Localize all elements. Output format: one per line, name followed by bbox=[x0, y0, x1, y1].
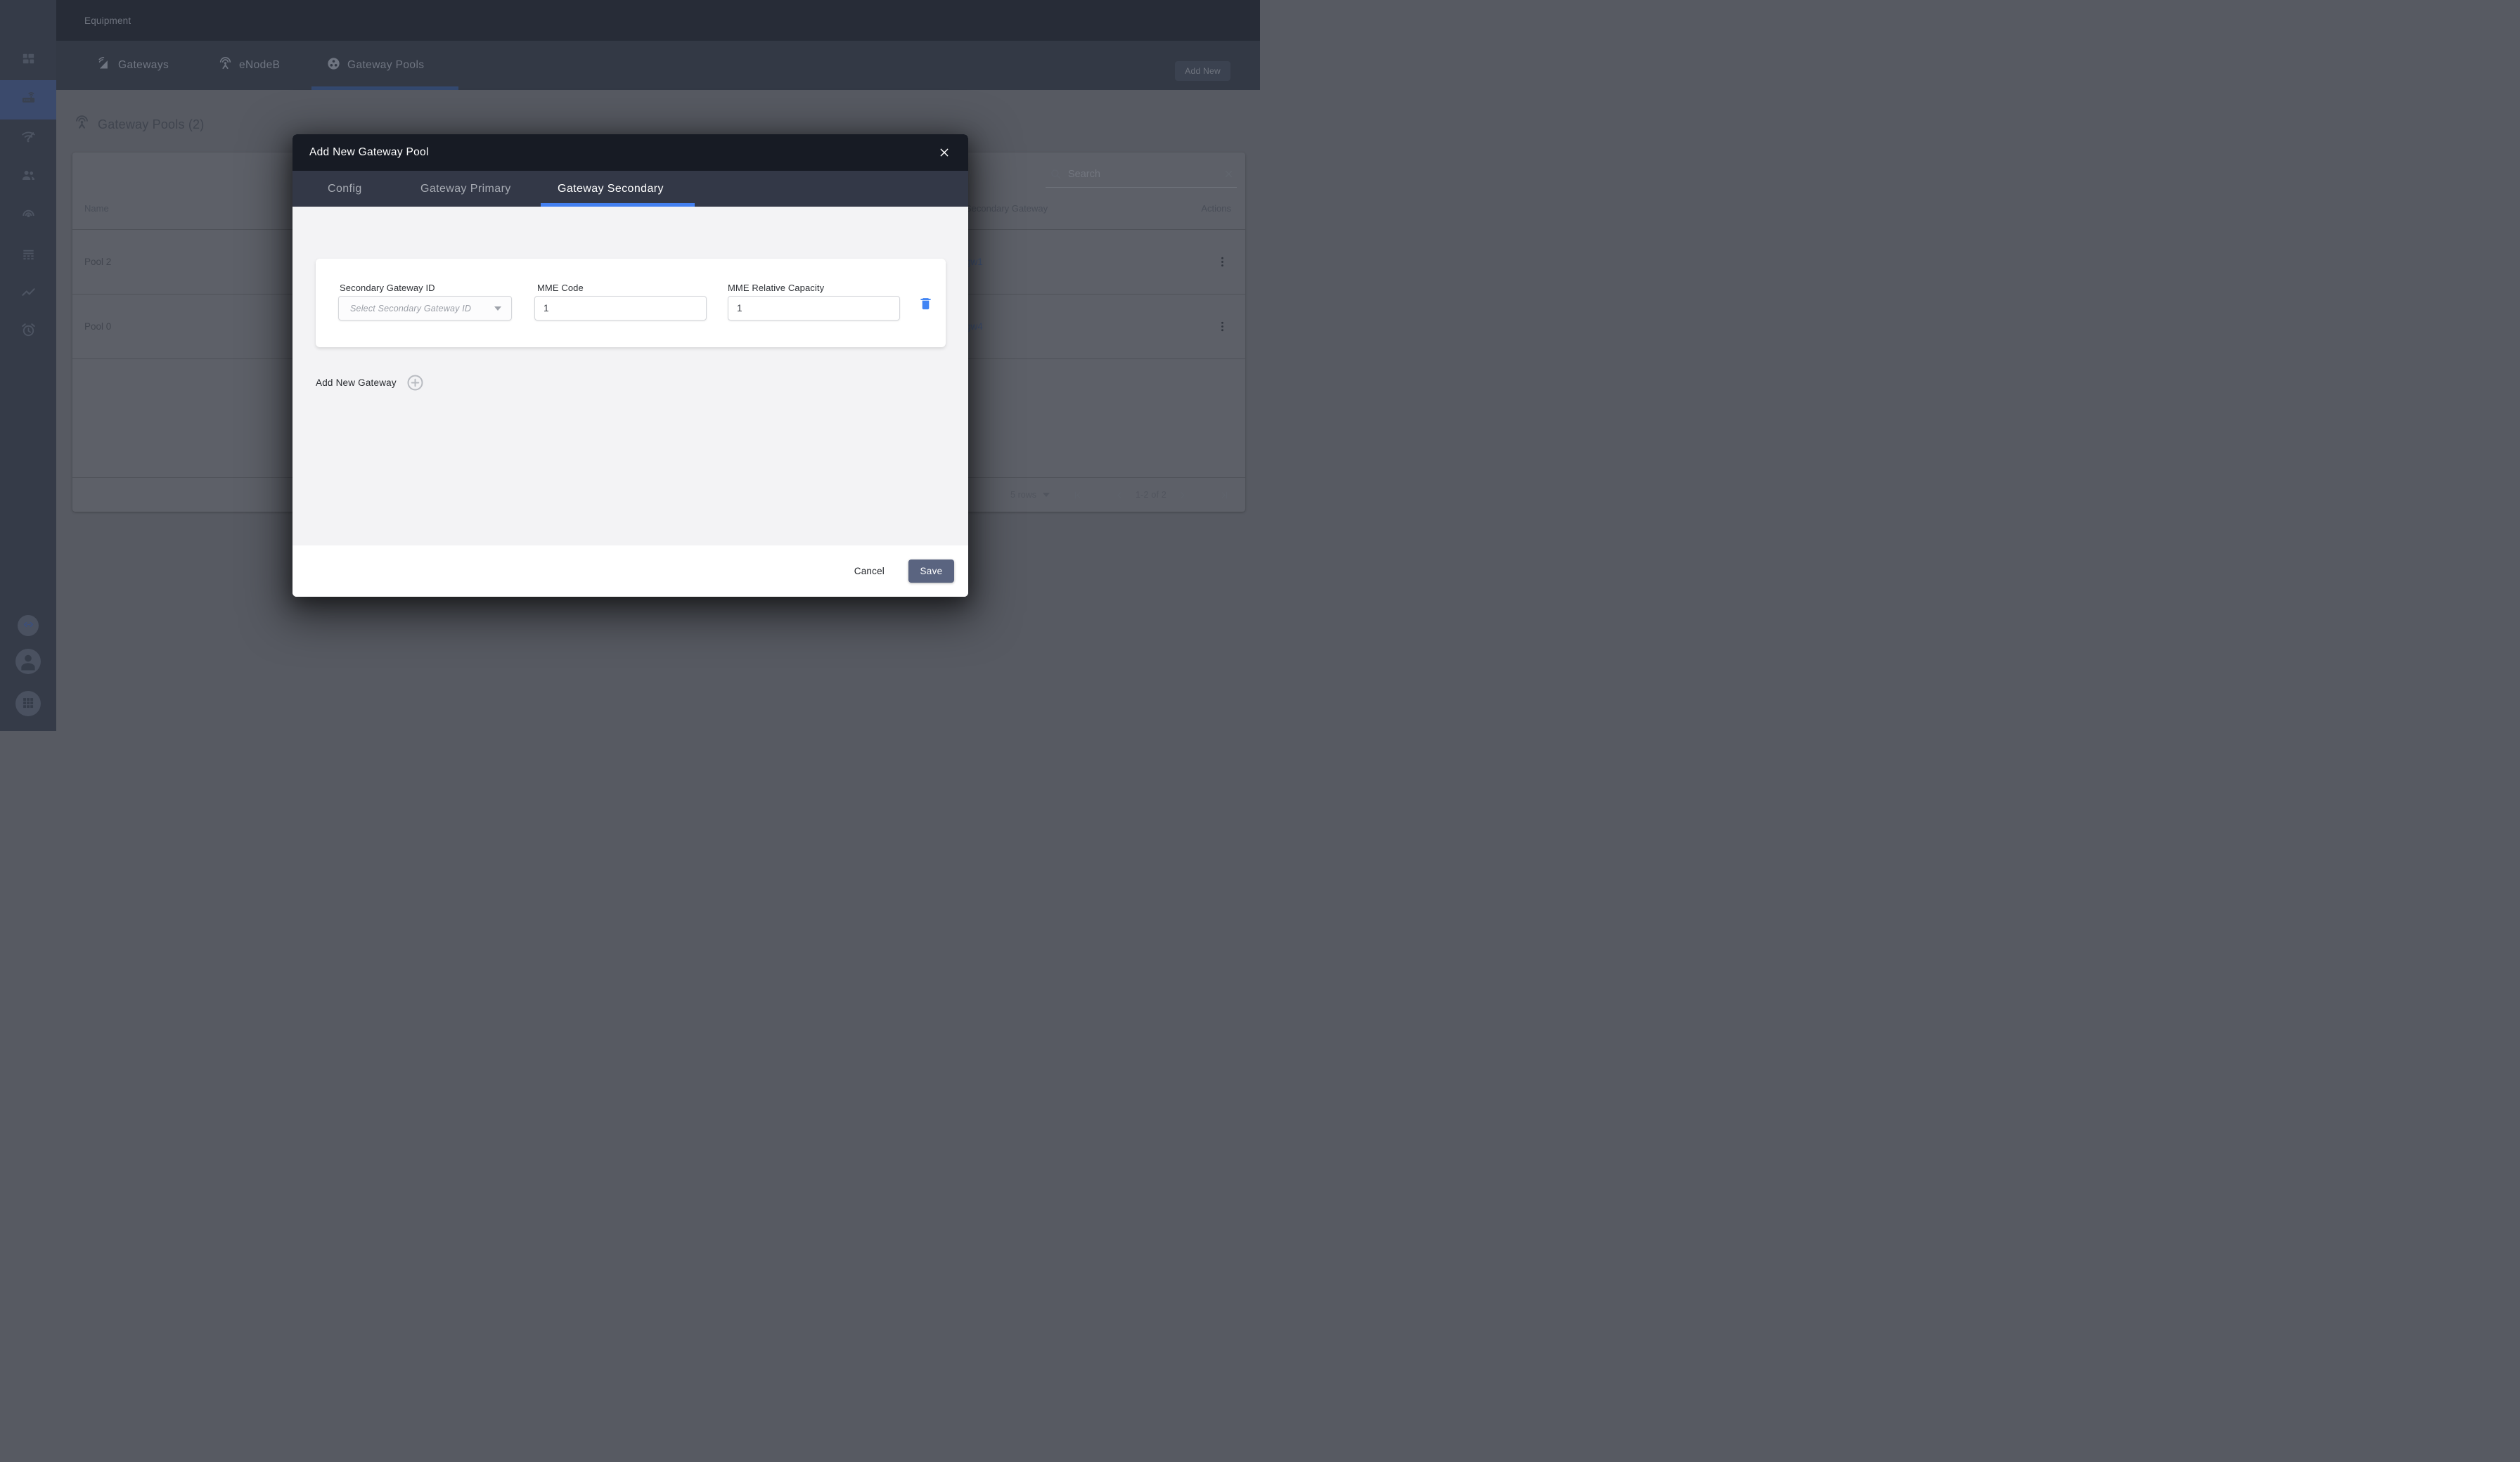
rows-per-page-value: 5 rows bbox=[1010, 490, 1036, 500]
subscribers-icon bbox=[20, 167, 37, 187]
close-dialog-button[interactable] bbox=[936, 144, 953, 161]
add-new-gateway-row: Add New Gateway bbox=[316, 374, 424, 392]
mme-code-input[interactable] bbox=[534, 296, 707, 321]
plus-circle-icon bbox=[407, 375, 423, 391]
dialog-tab-gateway-primary[interactable]: Gateway Primary bbox=[420, 183, 511, 195]
antenna-icon bbox=[74, 115, 90, 134]
sidebar-item-traffic[interactable] bbox=[0, 240, 56, 271]
sidebar-item-metrics[interactable] bbox=[0, 278, 56, 309]
search-input[interactable] bbox=[1068, 168, 1217, 180]
group-work-icon bbox=[326, 56, 341, 75]
apps-button[interactable] bbox=[15, 691, 41, 716]
first-page-button[interactable] bbox=[1072, 489, 1084, 501]
mme-code-label: MME Code bbox=[537, 283, 584, 293]
sidebar-item-dashboard[interactable] bbox=[0, 45, 56, 76]
last-page-button[interactable] bbox=[1218, 489, 1230, 501]
save-button[interactable]: Save bbox=[908, 559, 954, 583]
sidebar-item-equipment[interactable] bbox=[0, 80, 56, 119]
chevron-left-icon bbox=[1117, 491, 1121, 498]
tab-gateways[interactable]: Gateways bbox=[97, 41, 169, 90]
clear-search-icon[interactable] bbox=[1223, 169, 1234, 179]
secondary-gateway-id-select[interactable]: Select Secondary Gateway ID bbox=[338, 296, 512, 321]
dropdown-caret-icon bbox=[494, 306, 501, 311]
add-new-gateway-label: Add New Gateway bbox=[316, 377, 397, 388]
search-icon bbox=[1051, 169, 1061, 179]
more-vert-icon bbox=[1221, 321, 1223, 332]
column-header-secondary-gateway: Secondary Gateway bbox=[965, 203, 1048, 214]
alarms-icon bbox=[20, 322, 37, 342]
section-heading-text: Gateway Pools (2) bbox=[98, 117, 205, 131]
dialog-footer: Cancel Save bbox=[292, 545, 968, 597]
delete-icon bbox=[920, 297, 931, 309]
tab-gateway-pools[interactable]: Gateway Pools bbox=[326, 41, 424, 90]
select-placeholder: Select Secondary Gateway ID bbox=[350, 303, 472, 313]
dashboard-icon bbox=[20, 51, 37, 70]
dialog-header: Add New Gateway Pool bbox=[292, 134, 968, 171]
gateway-tower-icon bbox=[97, 56, 112, 75]
sidebar-item-subscribers[interactable] bbox=[0, 162, 56, 193]
main-tabbar: Gateways eNodeB Gateway Pools Add New bbox=[56, 41, 1260, 90]
apps-icon bbox=[20, 695, 36, 713]
pagination-range: 1-2 of 2 bbox=[1136, 490, 1166, 500]
secondary-gateway-id-label: Secondary Gateway ID bbox=[340, 283, 435, 293]
table-search bbox=[1046, 162, 1237, 188]
row-actions-menu-button[interactable] bbox=[1213, 318, 1231, 336]
sidebar-item-wifi-tethering[interactable] bbox=[0, 201, 56, 232]
chevron-right-icon bbox=[1181, 491, 1185, 498]
dialog-title: Add New Gateway Pool bbox=[309, 146, 429, 158]
sidebar bbox=[0, 0, 56, 731]
cancel-button[interactable]: Cancel bbox=[849, 562, 890, 581]
more-vert-icon bbox=[1221, 257, 1223, 267]
section-heading: Gateway Pools (2) bbox=[74, 115, 204, 134]
sidebar-item-network-check[interactable] bbox=[0, 122, 56, 153]
dialog-tabbar: Config Gateway Primary Gateway Secondary bbox=[292, 171, 968, 207]
app-screen: Equipment Gateways eNodeB Gateway Pools … bbox=[0, 0, 1260, 731]
code-button[interactable] bbox=[18, 615, 39, 636]
add-gateway-button[interactable] bbox=[406, 374, 424, 392]
metrics-icon bbox=[20, 284, 37, 304]
antenna-icon bbox=[218, 56, 233, 75]
page-title: Equipment bbox=[84, 15, 131, 26]
last-page-icon bbox=[1221, 491, 1228, 498]
add-gateway-pool-dialog: Add New Gateway Pool Config Gateway Prim… bbox=[292, 134, 968, 597]
first-page-icon bbox=[1074, 491, 1081, 498]
rows-per-page-select[interactable]: 5 rows bbox=[1010, 490, 1050, 500]
mme-relative-capacity-label: MME Relative Capacity bbox=[728, 283, 825, 293]
tab-enodeb[interactable]: eNodeB bbox=[218, 41, 280, 90]
row-actions-menu-button[interactable] bbox=[1213, 253, 1231, 271]
delete-gateway-row-button[interactable] bbox=[916, 294, 934, 312]
account-icon bbox=[16, 649, 40, 674]
wifi-tethering-icon bbox=[20, 207, 37, 226]
secondary-gateway-form-card: Secondary Gateway ID MME Code MME Relati… bbox=[316, 259, 946, 347]
column-header-actions: Actions bbox=[1201, 203, 1231, 214]
caret-down-icon bbox=[1043, 493, 1050, 497]
code-icon bbox=[21, 617, 36, 634]
tab-label: Gateways bbox=[118, 59, 169, 71]
dialog-body: Secondary Gateway ID MME Code MME Relati… bbox=[292, 207, 968, 545]
tab-label: Gateway Pools bbox=[347, 59, 425, 71]
top-header: Equipment bbox=[56, 0, 1260, 41]
equipment-icon bbox=[20, 90, 37, 110]
add-new-button[interactable]: Add New bbox=[1175, 61, 1230, 81]
tab-label: eNodeB bbox=[239, 59, 281, 71]
traffic-icon bbox=[20, 246, 37, 266]
mme-relative-capacity-input[interactable] bbox=[728, 296, 900, 321]
next-page-button[interactable] bbox=[1176, 489, 1188, 501]
sidebar-item-alarms[interactable] bbox=[0, 316, 56, 347]
network-check-icon bbox=[20, 128, 37, 148]
close-icon bbox=[940, 148, 949, 157]
account-button[interactable] bbox=[15, 649, 41, 674]
dialog-tab-config[interactable]: Config bbox=[328, 183, 362, 195]
dialog-tab-gateway-secondary[interactable]: Gateway Secondary bbox=[558, 183, 664, 195]
previous-page-button[interactable] bbox=[1114, 489, 1126, 501]
